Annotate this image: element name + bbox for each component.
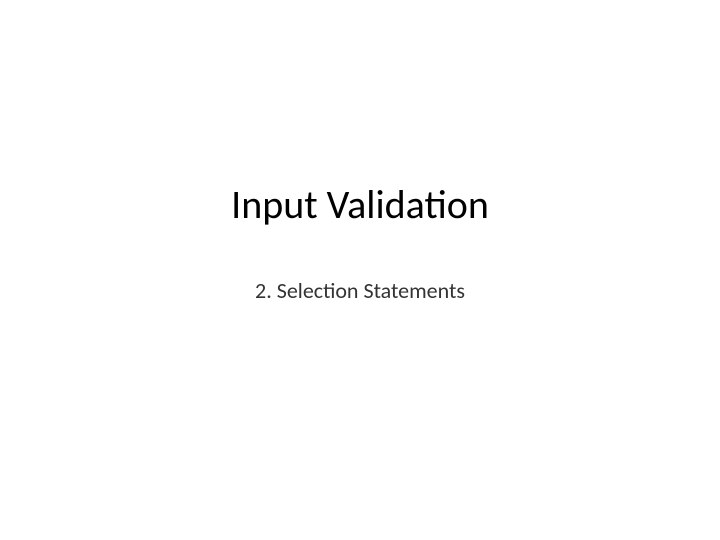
- slide-title: Input Validation: [231, 180, 489, 229]
- slide-subtitle: 2. Selection Statements: [255, 277, 465, 304]
